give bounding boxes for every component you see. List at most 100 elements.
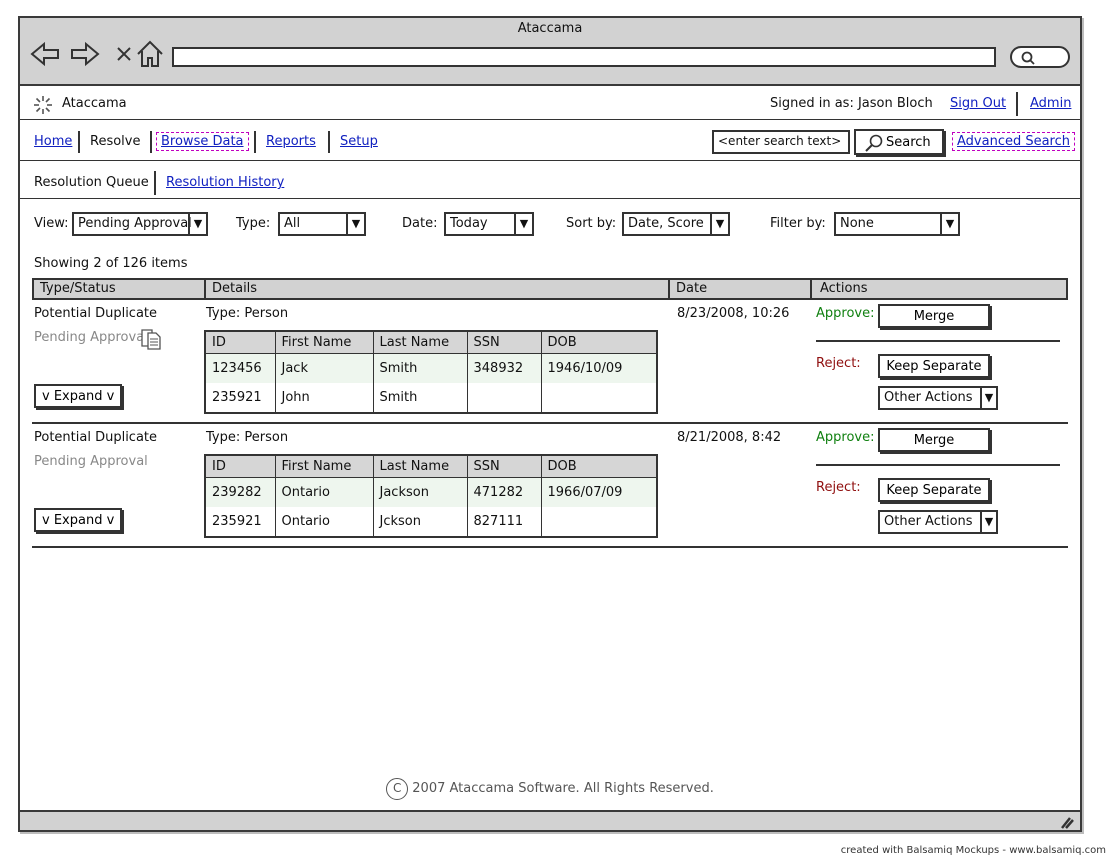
grid-row: 239282 Ontario Jackson 471282 1966/07/09 <box>205 477 657 507</box>
nav-browse-data[interactable]: Browse Data <box>156 132 249 151</box>
record-type: Potential Duplicate <box>34 306 158 321</box>
keep-separate-button[interactable]: Keep Separate <box>878 354 990 378</box>
table-row: Potential Duplicate Pending Approval v E… <box>32 428 1068 550</box>
type-label: Type: <box>236 216 271 231</box>
filter-bar: View: Pending Approval ▼ Type: All ▼ Dat… <box>20 208 1080 242</box>
cell: 471282 <box>467 477 542 507</box>
reject-label: Reject: <box>816 356 861 371</box>
header-type-status: Type/Status <box>40 281 116 296</box>
header-actions: Actions <box>820 281 868 296</box>
column-header: ID <box>205 331 276 354</box>
filter-select-value: None <box>840 216 874 231</box>
dropdown-arrow-icon: ▼ <box>710 214 728 234</box>
item-count: Showing 2 of 126 items <box>34 256 188 271</box>
sign-out-link[interactable]: Sign Out <box>950 96 1006 111</box>
record-status: Pending Approval <box>34 330 148 345</box>
divider <box>668 280 670 300</box>
view-label: View: <box>34 216 69 231</box>
advanced-search-link[interactable]: Advanced Search <box>952 132 1076 151</box>
credit-text: created with Balsamiq Mockups - www.bals… <box>840 845 1106 856</box>
magnifier-icon <box>1021 51 1035 65</box>
back-arrow-icon[interactable] <box>30 38 62 70</box>
cell: Ontario <box>275 477 374 507</box>
view-select-value: Pending Approval <box>78 216 192 231</box>
other-actions-select[interactable]: Other Actions ▼ <box>878 510 998 534</box>
main-nav: Home Resolve Browse Data Reports Setup <… <box>20 121 1080 161</box>
date-label: Date: <box>402 216 438 231</box>
merge-button[interactable]: Merge <box>878 428 990 452</box>
other-actions-value: Other Actions <box>884 514 973 529</box>
divider <box>32 422 1068 424</box>
record-grid: ID First Name Last Name SSN DOB 239282 O… <box>204 454 658 538</box>
type-select[interactable]: All ▼ <box>278 212 366 236</box>
search-input[interactable]: <enter search text> <box>712 130 850 154</box>
record-detail-type: Type: Person <box>206 430 289 445</box>
divider <box>154 171 156 195</box>
divider <box>204 280 206 300</box>
document-icon[interactable] <box>140 328 162 354</box>
dropdown-arrow-icon: ▼ <box>980 512 996 532</box>
sort-select[interactable]: Date, Score ▼ <box>622 212 730 236</box>
column-header: First Name <box>275 331 374 354</box>
cell <box>467 383 542 413</box>
date-select[interactable]: Today ▼ <box>444 212 534 236</box>
merge-button[interactable]: Merge <box>878 304 990 328</box>
cell: Jack <box>275 353 374 383</box>
footer: C 2007 Ataccama Software. All Rights Res… <box>20 778 1080 800</box>
record-grid: ID First Name Last Name SSN DOB 123456 J… <box>204 330 658 414</box>
expand-button[interactable]: v Expand v <box>34 384 123 408</box>
search-button-label: Search <box>886 134 931 150</box>
sub-tabs: Resolution Queue Resolution History <box>20 163 1080 199</box>
column-header: SSN <box>467 331 542 354</box>
cell: Smith <box>373 383 468 413</box>
cell: 239282 <box>205 477 276 507</box>
divider <box>816 340 1060 342</box>
copyright-text: 2007 Ataccama Software. All Rights Reser… <box>412 781 714 796</box>
cell: John <box>275 383 374 413</box>
sort-select-value: Date, Score <box>628 216 704 231</box>
column-header: First Name <box>275 455 374 478</box>
tab-resolution-history[interactable]: Resolution History <box>166 175 284 190</box>
nav-reports[interactable]: Reports <box>266 134 316 149</box>
admin-link[interactable]: Admin <box>1030 96 1071 111</box>
nav-resolve[interactable]: Resolve <box>90 134 140 149</box>
header-details: Details <box>212 281 258 296</box>
app-name: Ataccama <box>62 96 127 111</box>
spinner-logo-icon <box>34 96 52 114</box>
dropdown-arrow-icon: ▼ <box>346 214 364 234</box>
nav-home[interactable]: Home <box>34 134 72 149</box>
view-select[interactable]: Pending Approval ▼ <box>72 212 208 236</box>
grid-row: 235921 John Smith <box>205 383 657 413</box>
filter-select[interactable]: None ▼ <box>834 212 960 236</box>
cell <box>541 383 657 413</box>
window-title: Ataccama <box>517 21 583 36</box>
column-header: Last Name <box>373 455 468 478</box>
table-row: Potential Duplicate Pending Approval v E… <box>32 304 1068 426</box>
browser-search-field[interactable] <box>1010 46 1070 68</box>
grid-row: 123456 Jack Smith 348932 1946/10/09 <box>205 353 657 383</box>
dropdown-arrow-icon: ▼ <box>980 388 996 408</box>
record-date: 8/21/2008, 8:42 <box>677 430 782 445</box>
home-icon[interactable] <box>134 38 166 70</box>
sort-label: Sort by: <box>566 216 617 231</box>
date-select-value: Today <box>450 216 488 231</box>
approve-label: Approve: <box>816 306 875 321</box>
keep-separate-button[interactable]: Keep Separate <box>878 478 990 502</box>
column-header: DOB <box>541 455 657 478</box>
divider <box>78 131 80 153</box>
record-status: Pending Approval <box>34 454 148 469</box>
nav-setup[interactable]: Setup <box>340 134 378 149</box>
browser-chrome: Ataccama <box>20 18 1080 86</box>
divider <box>32 546 1068 548</box>
copyright-icon: C <box>386 778 409 800</box>
record-date: 8/23/2008, 10:26 <box>677 306 790 321</box>
other-actions-select[interactable]: Other Actions ▼ <box>878 386 998 410</box>
forward-arrow-icon[interactable] <box>68 38 100 70</box>
cell: 123456 <box>205 353 276 383</box>
address-bar[interactable] <box>172 47 996 67</box>
magnifier-icon <box>865 134 883 152</box>
resize-grip-icon[interactable] <box>1058 815 1074 829</box>
tab-resolution-queue[interactable]: Resolution Queue <box>34 175 149 190</box>
expand-button[interactable]: v Expand v <box>34 508 123 532</box>
search-button[interactable]: Search <box>854 129 944 155</box>
